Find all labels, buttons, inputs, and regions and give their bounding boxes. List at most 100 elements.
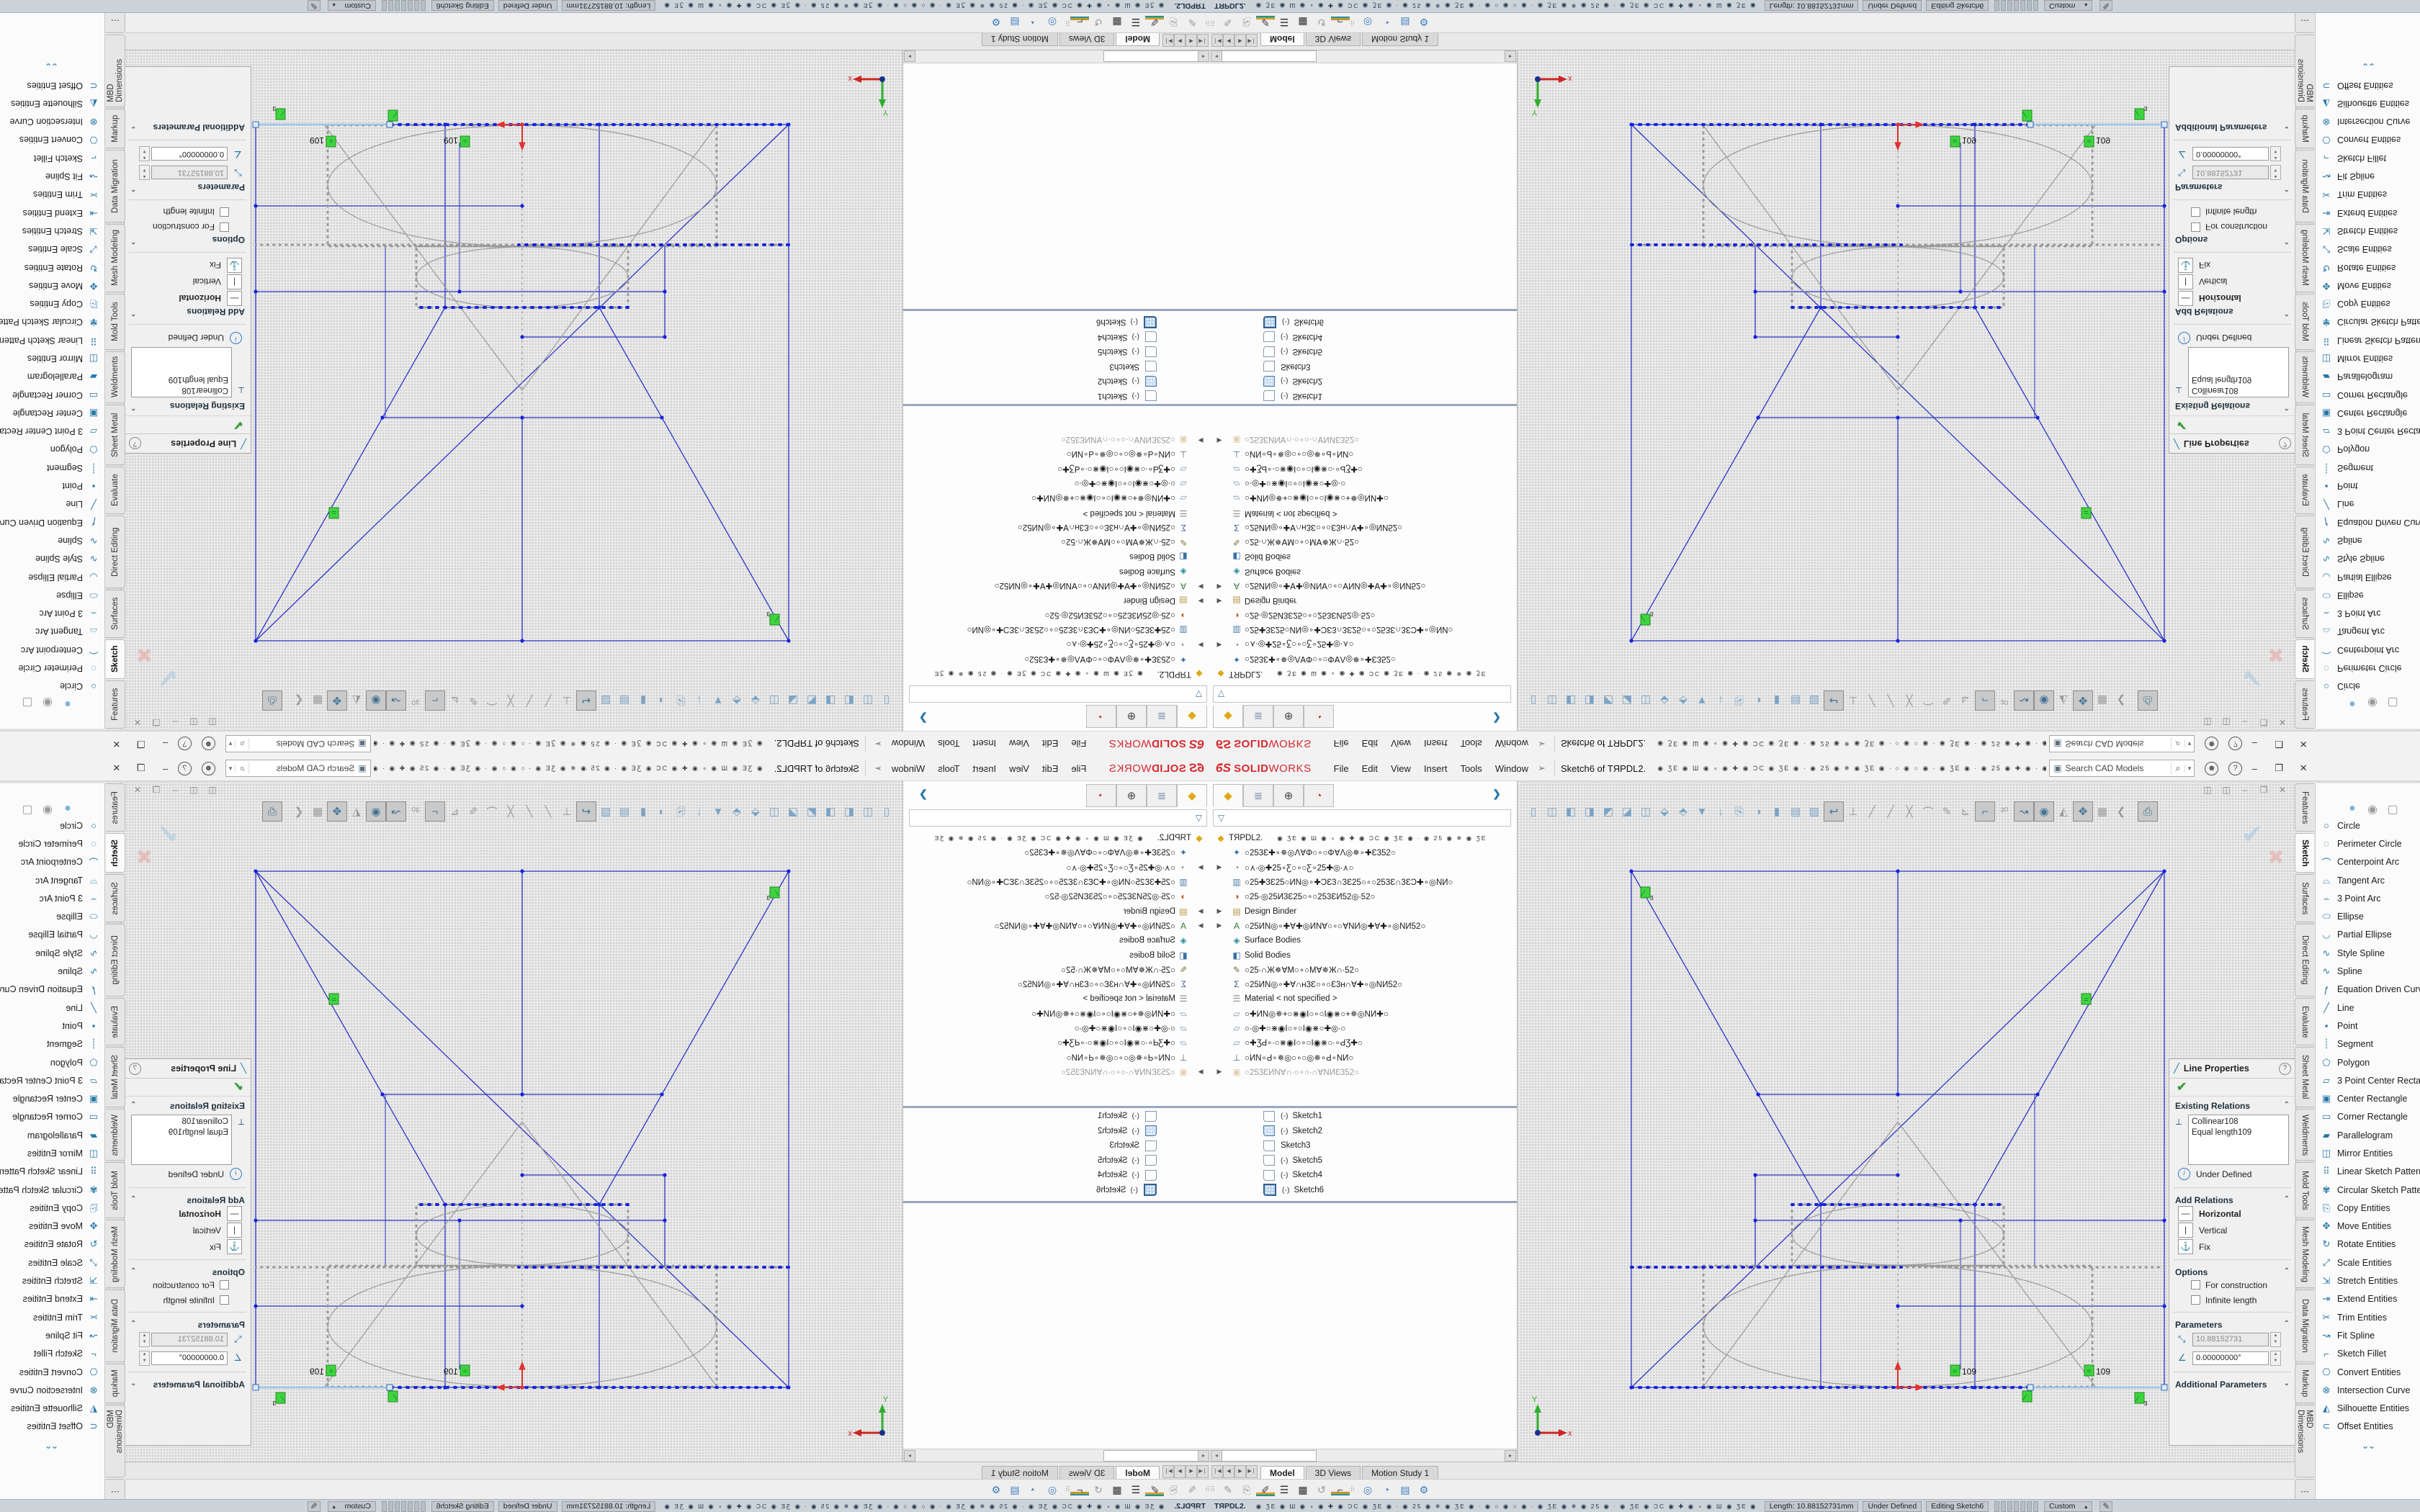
cube-4-icon[interactable]: ◩: [802, 691, 821, 710]
tool-line[interactable]: ╱Line: [0, 495, 104, 513]
scroll-left-arrow[interactable]: ◂: [1198, 1450, 1209, 1462]
angle-field[interactable]: 0.00000000°: [2192, 1351, 2269, 1365]
gear-blue-icon[interactable]: ⚙: [1415, 1484, 1433, 1496]
more-tools-chevron[interactable]: ⌄⌄: [0, 60, 104, 72]
zoom-clock-blue-icon[interactable]: ◔: [1024, 1484, 1043, 1495]
tool-spline[interactable]: ∿Spline: [0, 531, 104, 549]
tree-row-sketch4[interactable]: (-)Sketch4: [903, 1168, 1210, 1183]
tool-partial-ellipse[interactable]: ◡Partial Ellipse: [2316, 926, 2420, 944]
length-spinner[interactable]: ▲▼: [139, 166, 150, 181]
doc-cascade-icon[interactable]: ◫: [184, 717, 203, 727]
tool-segment[interactable]: ┊Segment: [0, 459, 104, 477]
tool-stretch-entities[interactable]: ⇲Stretch Entities: [0, 222, 104, 240]
scroll-left-arrow[interactable]: ◂: [1198, 50, 1209, 62]
tool-linear-pattern[interactable]: ⠿Linear Sketch Pattern: [2316, 331, 2420, 349]
menu-view[interactable]: View: [1384, 761, 1417, 776]
menu-insert[interactable]: Insert: [1417, 761, 1454, 776]
zebra-icon[interactable]: ▨: [1805, 691, 1824, 710]
tree-row[interactable]: ▶A○25ИΝ◎∘✚∀✚◎ИΝ∀○∘○∀ΝИ◎✚∀✚∘◎ΝИ52○: [1210, 919, 1517, 933]
close-button[interactable]: ✕: [104, 738, 129, 750]
sk-line1-icon[interactable]: ╱: [1863, 691, 1881, 710]
cube-2-icon[interactable]: ◧: [840, 691, 859, 710]
tree-row[interactable]: ✦○253Ɛ✚∘✵◎Λ∀Φ○∘○Φ∀Λ◎✵∘✚Ɛ352○: [903, 845, 1210, 860]
menu-window[interactable]: Window: [1489, 761, 1535, 776]
cube-3-icon[interactable]: ◨: [821, 802, 840, 821]
print3d-icon[interactable]: ⎙: [2138, 690, 2158, 711]
pages-gray-icon[interactable]: ⎘: [1164, 17, 1183, 29]
tree-row[interactable]: ☰Material < not specified >: [1210, 505, 1517, 520]
perp-icon[interactable]: ⊥: [557, 691, 576, 710]
tool-intersection-curve[interactable]: ⊗Intersection Curve: [0, 1381, 104, 1399]
save-icon[interactable]: ▤: [1786, 691, 1805, 710]
chevron-down-icon[interactable]: ▾: [2184, 765, 2195, 773]
tool-parallelogram[interactable]: ▰Parallelogram: [2316, 368, 2420, 386]
tree-row[interactable]: ▱○∙◎✚○⋇◉I○∘○I◉⋇○✚◎∙○: [903, 1021, 1210, 1035]
sk-x-icon[interactable]: ╳: [501, 802, 520, 821]
search-box[interactable]: ▣ Search CAD Models ⌕ ▾: [225, 735, 371, 752]
menu-insert[interactable]: Insert: [1417, 737, 1454, 752]
spline-eye-icon[interactable]: ↝: [2014, 801, 2034, 822]
tree-row[interactable]: ▱○✚ƷԀ∘∙○⋇◉I○∘○I◉⋇○∙∘ԀƷ✚○: [903, 462, 1210, 477]
restore-button[interactable]: ❐: [129, 738, 153, 750]
tab-surfaces[interactable]: Surfaces: [2295, 874, 2314, 922]
nav-last-icon[interactable]: ▶❘: [1162, 34, 1174, 47]
tab-evaluate[interactable]: Evaluate: [106, 467, 125, 515]
status-custom-field[interactable]: Custom ▴: [328, 1501, 376, 1512]
doc-tile-icon[interactable]: ◫: [203, 785, 222, 795]
cube-1-icon[interactable]: ◫: [1543, 802, 1561, 821]
search-icon[interactable]: ⌕: [236, 738, 248, 750]
tool-tangent-arc[interactable]: ⌓Tangent Arc: [2316, 623, 2420, 641]
cube-1-icon[interactable]: ◫: [859, 691, 877, 710]
tree-row[interactable]: ✎○25∙∩Ж✵∀М○∘○М∀✵Ж∩∙52○: [1210, 963, 1517, 977]
tree-row[interactable]: ◈Surface Bodies: [903, 933, 1210, 948]
prism-2-icon[interactable]: ⬘: [727, 802, 746, 821]
doc-minimize-icon[interactable]: –: [2236, 717, 2254, 727]
sk-line1-icon[interactable]: ╱: [539, 691, 557, 710]
spline-eye-icon[interactable]: ↝: [386, 801, 406, 822]
sk-line1-icon[interactable]: ╱: [1863, 802, 1881, 821]
search-input[interactable]: Search CAD Models: [2066, 763, 2172, 773]
document-window-controls[interactable]: ◫◫–❐✕: [2198, 717, 2292, 727]
tool-convert-entities[interactable]: ⎔Convert Entities: [0, 131, 104, 149]
add-relation-fix-anchor[interactable]: ⚓Fix: [2178, 257, 2290, 274]
doc-cascade-icon[interactable]: ◫: [2217, 785, 2236, 795]
sk-arc-icon[interactable]: ⌒: [483, 691, 501, 710]
tree-row[interactable]: ◑○25∙◎25И3Ɛ25○∘○253ƐИ52◎∙52○: [1210, 608, 1517, 623]
tool-line[interactable]: ╱Line: [2316, 999, 2420, 1017]
rotate-part-icon[interactable]: ◑: [1749, 691, 1767, 710]
tool-parallelogram[interactable]: ▰Parallelogram: [0, 1126, 104, 1144]
add-relation-fix-anchor[interactable]: ⚓Fix: [130, 257, 242, 274]
pencil-icon[interactable]: ✎: [464, 802, 483, 821]
relation-item[interactable]: Collinear108: [2192, 384, 2285, 395]
panel-help-icon[interactable]: ?: [2279, 1063, 2291, 1075]
restore-button[interactable]: ❐: [129, 762, 153, 774]
hatch-icon[interactable]: ▦: [1294, 1484, 1312, 1496]
confirm-ok-ghost-icon[interactable]: ✔: [157, 819, 179, 850]
pen-gray-icon[interactable]: ✎: [1219, 17, 1237, 29]
undo-icon[interactable]: ↩: [1824, 801, 1844, 822]
add-relations-header[interactable]: Add Relations⌃: [2175, 307, 2290, 317]
tool-fit-spline[interactable]: ↝Fit Spline: [0, 1326, 104, 1344]
tree-row[interactable]: ▥○25✚3Ɛ25○ИΝ◎∘✚ƆƐ3∩3Ɛ25○∘○253Ɛ∩3ƐƆ✚∘◎ΝИ○: [903, 875, 1210, 889]
tab-direct-editing[interactable]: Direct Editing: [2295, 924, 2314, 996]
add-relation-vertical[interactable]: |Vertical: [2178, 274, 2290, 290]
scroll-thumb[interactable]: [1103, 50, 1198, 62]
arrow-down-icon[interactable]: ↓: [690, 691, 709, 710]
tab-sheet-metal[interactable]: Sheet Metal: [106, 1047, 125, 1107]
close-button[interactable]: ✕: [2291, 738, 2316, 750]
tab-model[interactable]: Model: [1260, 32, 1304, 46]
move-rel-icon[interactable]: ✥: [2073, 690, 2093, 711]
tree-row[interactable]: ▶◔○⋏∙◎✚25∘Ƹ○∘○Ƹ∘25✚◎∙⋏○: [1210, 637, 1517, 652]
prism-1-icon[interactable]: ⬙: [746, 691, 765, 710]
length-spinner[interactable]: ▲▼: [2270, 166, 2281, 181]
tab-mesh-modeling[interactable]: Mesh Modeling: [2295, 224, 2314, 292]
display-tab[interactable]: ◔: [1086, 784, 1116, 807]
tool-polygon[interactable]: ⬠Polygon: [2316, 1053, 2420, 1071]
perp-icon[interactable]: ⊥: [1844, 802, 1863, 821]
tool-rotate-entities[interactable]: ↻Rotate Entities: [0, 1236, 104, 1254]
ok-check-icon[interactable]: ✔: [2177, 1080, 2187, 1094]
relation-item[interactable]: Equal length109: [2192, 1128, 2285, 1138]
arrow-down-icon[interactable]: ↓: [1711, 691, 1730, 710]
search-box[interactable]: ▣ Search CAD Models ⌕ ▾: [225, 760, 371, 777]
additional-parameters-header[interactable]: Additional Parameters⌄: [2175, 122, 2290, 132]
